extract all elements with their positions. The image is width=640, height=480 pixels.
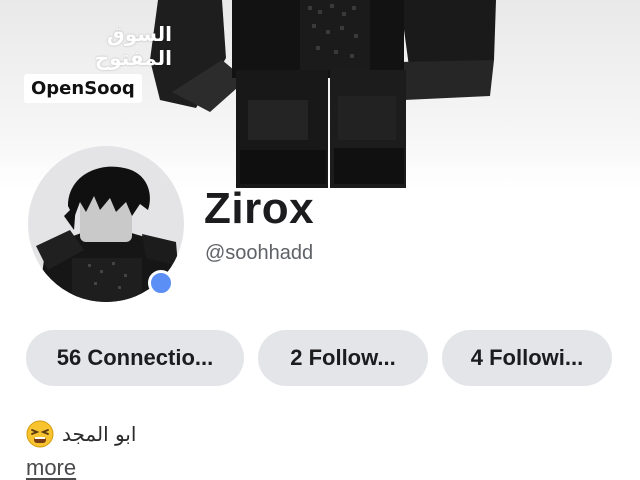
connections-label: 56 Connectio...: [56, 345, 214, 370]
following-label: 4 Followi...: [470, 345, 584, 370]
display-name: Zirox: [204, 184, 315, 233]
following-button[interactable]: 4 Followi...: [442, 330, 612, 386]
online-status-dot: [148, 270, 174, 296]
watermark-arabic-text: السوق المفتوح: [94, 22, 172, 70]
connections-button[interactable]: 56 Connectio...: [26, 330, 244, 386]
opensooq-watermark: السوق المفتوح OpenSooq: [24, 22, 172, 103]
about-text: ابو المجد: [62, 422, 137, 446]
followers-label: 2 Follow...: [290, 345, 396, 370]
tired-face-emoji-icon: [26, 420, 54, 448]
username: @soohhadd: [205, 242, 314, 264]
about-section: ابو المجد: [26, 420, 136, 448]
followers-button[interactable]: 2 Follow...: [258, 330, 428, 386]
watermark-brand-text: OpenSooq: [24, 74, 142, 103]
more-link[interactable]: more: [26, 455, 76, 480]
